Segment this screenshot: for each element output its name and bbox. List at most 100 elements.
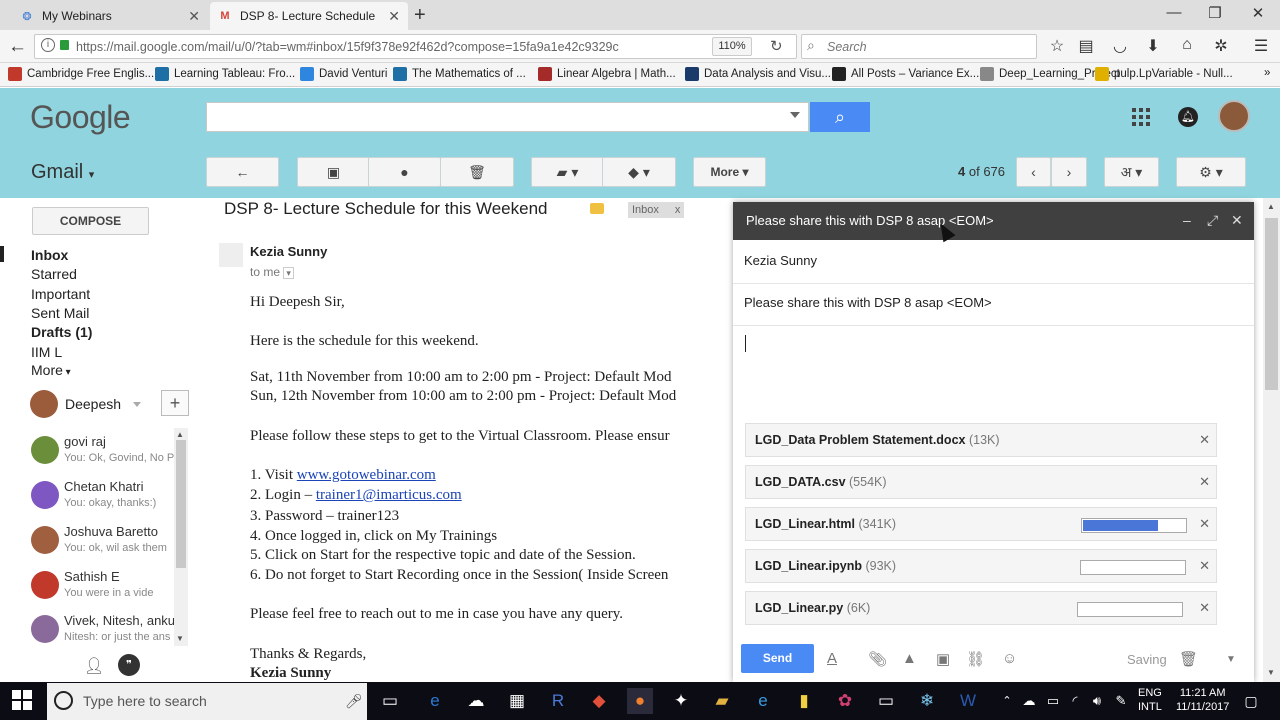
gmail-menu[interactable]: Gmail ▾: [31, 161, 94, 184]
compose-body[interactable]: [733, 326, 1254, 416]
archive-button[interactable]: ▣: [297, 157, 370, 187]
scroll-up-icon[interactable]: ▲: [1267, 202, 1275, 211]
back-to-inbox-button[interactable]: ←: [206, 157, 279, 187]
remove-attachment-icon[interactable]: ✕: [1199, 432, 1210, 448]
cortana-icon[interactable]: [54, 691, 73, 710]
bookmark-item[interactable]: David Venturi: [300, 67, 387, 81]
remove-attachment-icon[interactable]: ✕: [1199, 600, 1210, 616]
user-avatar[interactable]: [30, 390, 58, 418]
apps-grid-icon[interactable]: [1132, 108, 1150, 126]
chevron-down-icon[interactable]: ▾: [283, 267, 294, 279]
more-options-icon[interactable]: ▼: [1226, 654, 1236, 665]
scroll-down-icon[interactable]: ▼: [176, 634, 184, 643]
attachment-chip[interactable]: LGD_DATA.csv (554K) ✕: [745, 465, 1217, 499]
nav-inbox[interactable]: Inbox: [31, 247, 68, 263]
nav-more[interactable]: More ▾: [31, 362, 71, 378]
maximize-icon[interactable]: ❐: [1195, 4, 1235, 22]
remove-attachment-icon[interactable]: ✕: [1199, 516, 1210, 532]
reading-list-icon[interactable]: ▤: [1076, 36, 1096, 56]
page-scroll-thumb[interactable]: [1265, 218, 1278, 390]
cloud-app-icon[interactable]: ☁: [463, 688, 489, 714]
chat-contact[interactable]: govi raj You: Ok, Govind, No P: [31, 434, 174, 474]
onedrive-icon[interactable]: ☁: [1016, 688, 1042, 714]
extension-icon[interactable]: ✲: [1211, 36, 1231, 56]
bookmark-item[interactable]: Data Analysis and Visu...: [685, 67, 831, 81]
older-button[interactable]: ›: [1051, 157, 1087, 187]
bookmark-item[interactable]: All Posts – Variance Ex...: [832, 67, 979, 81]
bookmark-item[interactable]: Learning Tableau: Fro...: [155, 67, 295, 81]
account-avatar[interactable]: [1218, 100, 1250, 132]
terminal-icon[interactable]: ▭: [873, 688, 899, 714]
nav-iim-l[interactable]: IIM L: [31, 344, 62, 360]
attachment-chip[interactable]: LGD_Linear.ipynb (93K) ✕: [745, 549, 1217, 583]
app-icon[interactable]: ✿: [832, 688, 858, 714]
bookmarks-overflow-icon[interactable]: »: [1264, 67, 1270, 79]
settings-button[interactable]: ⚙ ▾: [1176, 157, 1246, 187]
menu-icon[interactable]: ☰: [1251, 36, 1271, 56]
expand-compose-icon[interactable]: ⤢: [1207, 212, 1218, 229]
remove-attachment-icon[interactable]: ✕: [1199, 474, 1210, 490]
chat-contact[interactable]: Chetan Khatri You: okay, thanks:): [31, 479, 173, 519]
attach-file-icon[interactable]: 📎︎: [868, 650, 887, 668]
user-name[interactable]: Deepesh: [65, 396, 121, 412]
nav-drafts[interactable]: Drafts (1): [31, 324, 92, 340]
bookmark-item[interactable]: Cambridge Free Englis...: [8, 67, 154, 81]
calculator-icon[interactable]: ▦: [504, 688, 530, 714]
volume-icon[interactable]: 🔊︎: [1084, 688, 1110, 714]
file-explorer-icon[interactable]: ▰: [709, 688, 735, 714]
input-tools-button[interactable]: अ ▾: [1104, 157, 1159, 187]
back-icon[interactable]: ←: [8, 36, 27, 58]
to-field[interactable]: Kezia Sunny: [744, 253, 817, 268]
emoji-icon[interactable]: ☺: [1002, 650, 1017, 667]
action-center-icon[interactable]: ▢: [1238, 688, 1264, 714]
compose-button[interactable]: COMPOSE: [32, 207, 149, 235]
notifications-icon[interactable]: 🔔︎: [1178, 107, 1198, 127]
bookmark-item[interactable]: The Mathematics of ...: [393, 67, 526, 81]
mail-search-button[interactable]: ⌕: [810, 102, 870, 132]
r-app-icon[interactable]: R: [545, 688, 571, 714]
newer-button[interactable]: ‹: [1016, 157, 1051, 187]
email-link[interactable]: trainer1@imarticus.com: [316, 487, 462, 503]
drive-icon[interactable]: ▲: [902, 650, 917, 667]
windows-start-icon[interactable]: [12, 690, 32, 710]
delete-button[interactable]: 🗑︎: [440, 157, 514, 187]
importance-marker-icon[interactable]: [590, 203, 604, 214]
git-icon[interactable]: ◆: [586, 688, 612, 714]
sender-name[interactable]: Kezia Sunny: [250, 244, 327, 259]
clock[interactable]: 11:21 AM 11/11/2017: [1176, 686, 1229, 714]
close-tab-icon[interactable]: ✕: [388, 8, 400, 25]
word-icon[interactable]: W: [955, 688, 981, 714]
insert-photo-icon[interactable]: ▣: [936, 650, 950, 668]
subject-field[interactable]: Please share this with DSP 8 asap <EOM>: [744, 295, 992, 310]
insert-link-icon[interactable]: ⛓: [966, 650, 985, 668]
tab-my-webinars[interactable]: ❂ My Webinars ✕: [12, 2, 208, 30]
chat-contact[interactable]: Joshuva Baretto You: ok, wil ask them: [31, 524, 173, 564]
move-to-button[interactable]: ▰ ▾: [531, 157, 604, 187]
nav-starred[interactable]: Starred: [31, 266, 77, 282]
pocket-icon[interactable]: ◡: [1110, 36, 1130, 56]
discard-draft-icon[interactable]: 🗑︎: [1179, 650, 1198, 668]
bookmark-star-icon[interactable]: ☆: [1047, 36, 1067, 56]
internet-explorer-icon[interactable]: e: [750, 688, 776, 714]
contacts-icon[interactable]: 👤︎: [84, 656, 104, 676]
more-button[interactable]: More ▾: [693, 157, 766, 187]
webinar-link[interactable]: www.gotowebinar.com: [297, 467, 436, 483]
report-spam-button[interactable]: ●: [368, 157, 441, 187]
pen-icon[interactable]: ✎: [1108, 688, 1134, 714]
task-view-icon[interactable]: ▭: [377, 688, 403, 714]
send-button[interactable]: Send: [741, 644, 814, 673]
minimize-icon[interactable]: —: [1154, 4, 1194, 21]
minimize-compose-icon[interactable]: –: [1183, 212, 1191, 228]
hangouts-icon[interactable]: ❞: [118, 654, 140, 676]
formatting-icon[interactable]: A: [827, 650, 837, 667]
zoom-level[interactable]: 110%: [712, 37, 752, 56]
chat-scroll-thumb[interactable]: [176, 440, 186, 568]
chat-contact[interactable]: Sathish E You were in a vide: [31, 569, 173, 609]
mail-search-input[interactable]: [206, 102, 809, 132]
attachment-chip[interactable]: LGD_Linear.html (341K) ✕: [745, 507, 1217, 541]
nav-important[interactable]: Important: [31, 286, 90, 302]
google-logo[interactable]: Google: [30, 99, 131, 136]
bookmark-item[interactable]: pulp.LpVariable - Null...: [1095, 67, 1233, 81]
inbox-label-chip[interactable]: Inbox x: [628, 202, 684, 218]
close-tab-icon[interactable]: ✕: [188, 8, 200, 25]
